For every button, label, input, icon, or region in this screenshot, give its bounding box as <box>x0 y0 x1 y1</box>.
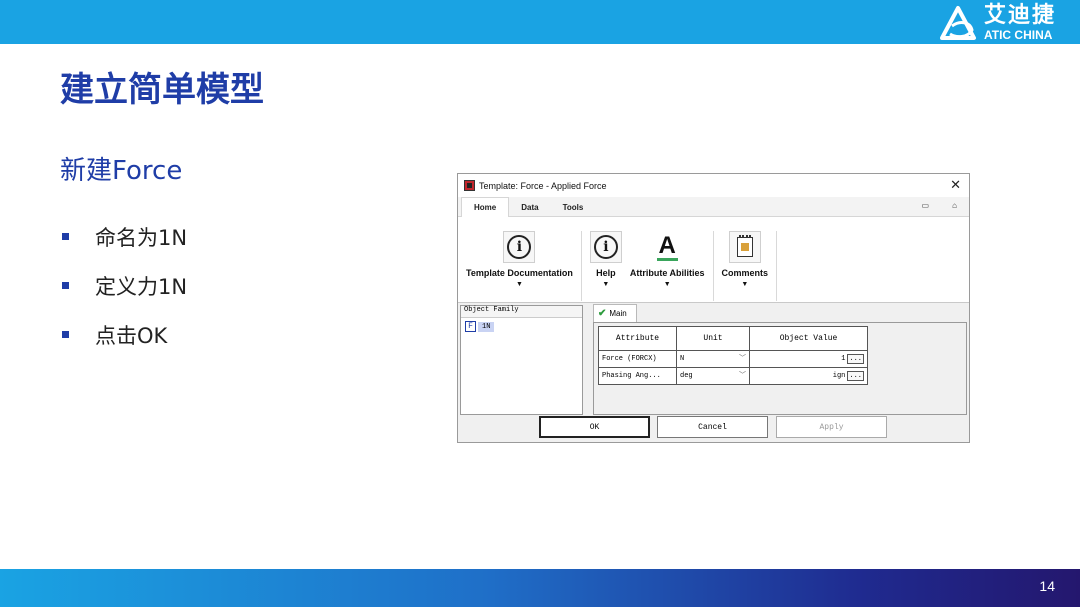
close-icon[interactable]: ✕ <box>950 177 961 193</box>
column-header-unit: Unit <box>676 326 750 351</box>
bullet-text: 点击OK <box>95 323 168 348</box>
object-family-panel: Object Family F 1N <box>460 305 583 415</box>
bullet-square-icon <box>62 282 69 289</box>
bottom-banner: 14 <box>0 569 1080 607</box>
chevron-down-icon[interactable]: ▼ <box>516 281 523 288</box>
slide-subtitle: 新建Force <box>60 156 183 186</box>
page-number: 14 <box>1039 578 1055 594</box>
comments-button[interactable]: Comments ▼ <box>718 231 773 301</box>
bullet-text: 命名为1N <box>95 225 188 250</box>
chevron-down-icon[interactable]: ﹀ <box>739 370 746 380</box>
unit-select[interactable]: deg ﹀ <box>676 367 750 385</box>
object-family-header: Object Family <box>461 306 582 318</box>
attribute-abilities-button[interactable]: A Attribute Abilities ▼ <box>626 231 709 301</box>
table-row: Force (FORCX) N ﹀ 1... <box>598 350 868 368</box>
attribute-frame: Attribute Unit Object Value Force (FORCX… <box>593 322 967 415</box>
ribbon-group-comments: Comments ▼ <box>714 231 778 301</box>
cancel-button[interactable]: Cancel <box>657 416 768 438</box>
force-object-icon: F <box>465 321 476 332</box>
tab-tools[interactable]: Tools <box>551 198 596 216</box>
dialog-title: Template: Force - Applied Force <box>479 180 607 191</box>
apply-button[interactable]: Apply <box>776 416 887 438</box>
ribbon-label: Template Documentation <box>466 268 573 278</box>
bullet-item: 定义力1N <box>62 261 187 310</box>
object-value-field[interactable]: 1... <box>749 350 868 368</box>
help-button[interactable]: i Help ▼ <box>586 231 626 301</box>
app-icon <box>464 180 475 191</box>
bullet-text: 定义力1N <box>95 274 188 299</box>
tab-home[interactable]: Home <box>461 197 510 217</box>
dialog-footer: OK Cancel Apply <box>458 416 969 442</box>
ribbon-label: Help <box>596 268 616 278</box>
text-a-icon: A <box>656 231 678 261</box>
bullet-square-icon <box>62 233 69 240</box>
attribute-name: Force (FORCX) <box>598 350 677 368</box>
bullet-list: 命名为1N 定义力1N 点击OK <box>62 212 187 359</box>
ribbon-tabs: Home Data Tools ▭ ⌂ <box>458 197 969 217</box>
chevron-down-icon[interactable]: ﹀ <box>739 353 746 363</box>
ok-button[interactable]: OK <box>539 416 650 438</box>
ellipsis-button[interactable]: ... <box>847 371 864 381</box>
ellipsis-button[interactable]: ... <box>847 354 864 364</box>
attribute-name: Phasing Ang... <box>598 367 677 385</box>
column-header-object-value: Object Value <box>749 326 868 351</box>
template-dialog: Template: Force - Applied Force ✕ Home D… <box>457 173 970 443</box>
bullet-item: 命名为1N <box>62 212 187 261</box>
notepad-icon <box>728 231 761 263</box>
slide-title: 建立简单模型 <box>60 70 264 110</box>
table-row: Phasing Ang... deg ﹀ ign... <box>598 367 868 385</box>
chevron-down-icon[interactable]: ▼ <box>664 281 671 288</box>
collapse-ribbon-icon[interactable]: ⌂ <box>952 201 957 210</box>
family-item-label: 1N <box>478 321 495 332</box>
main-panel: ✔ Main Attribute Unit Object Value Force… <box>591 304 967 415</box>
logo-chinese: 艾迪捷 <box>983 3 1056 28</box>
template-documentation-button[interactable]: i Template Documentation ▼ <box>462 231 577 301</box>
info-icon: i <box>503 231 536 263</box>
bullet-square-icon <box>62 331 69 338</box>
check-icon: ✔ <box>598 308 607 319</box>
object-value-field[interactable]: ign... <box>749 367 868 385</box>
tab-main-label: Main <box>609 309 627 318</box>
column-header-attribute: Attribute <box>598 326 677 351</box>
family-item-1n[interactable]: F 1N <box>465 321 582 332</box>
logo-english: ATIC CHINA <box>983 28 1053 42</box>
ribbon-group-help: i Help ▼ A Attribute Abilities ▼ <box>582 231 714 301</box>
ribbon-label: Comments <box>721 268 769 278</box>
tab-main[interactable]: ✔ Main <box>593 304 637 322</box>
top-banner: 艾迪捷 ATIC CHINA <box>0 0 1080 44</box>
info-icon: i <box>589 231 622 263</box>
company-logo: 艾迪捷 ATIC CHINA <box>938 3 1056 43</box>
dialog-titlebar[interactable]: Template: Force - Applied Force ✕ <box>458 174 969 197</box>
ribbon-label: Attribute Abilities <box>629 268 705 278</box>
unit-select[interactable]: N ﹀ <box>676 350 750 368</box>
chevron-down-icon[interactable]: ▼ <box>602 281 609 288</box>
bullet-item: 点击OK <box>62 310 187 359</box>
chevron-down-icon[interactable]: ▼ <box>741 281 748 288</box>
tab-data[interactable]: Data <box>509 198 550 216</box>
restore-icon[interactable]: ▭ <box>921 201 929 210</box>
attribute-table: Attribute Unit Object Value Force (FORCX… <box>598 326 868 385</box>
logo-mark-icon <box>939 6 976 40</box>
ribbon-group-documentation: i Template Documentation ▼ <box>458 231 582 301</box>
ribbon: i Template Documentation ▼ i Help ▼ A At… <box>458 217 969 303</box>
